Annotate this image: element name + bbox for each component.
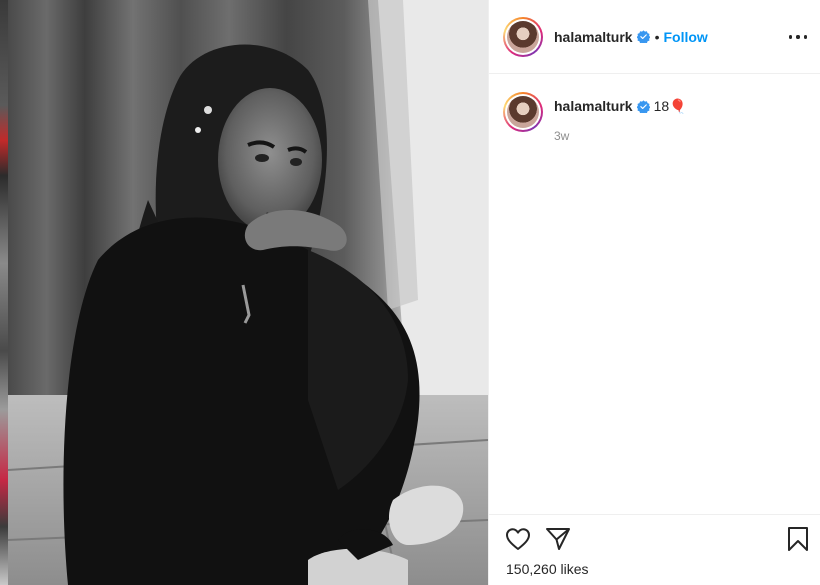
caption-username-link[interactable]: halamalturk	[554, 98, 633, 114]
follow-button[interactable]: Follow	[664, 29, 708, 45]
post-actions: 150,260 likes	[489, 514, 820, 585]
more-options-icon[interactable]	[789, 28, 807, 46]
post-caption: halamalturk 18🎈 3w	[503, 92, 807, 143]
username-link[interactable]: halamalturk	[554, 29, 633, 45]
post-header: halamalturk • Follow	[489, 0, 820, 74]
verified-badge-icon	[636, 100, 650, 113]
post-side-panel: halamalturk • Follow halamalturk 18🎈 3w	[488, 0, 820, 585]
post-photo[interactable]	[8, 0, 488, 585]
post-photo-image	[8, 0, 488, 585]
separator-dot: •	[654, 28, 660, 45]
verified-badge-icon	[636, 30, 650, 43]
share-icon[interactable]	[545, 526, 571, 552]
post-timestamp[interactable]: 3w	[554, 129, 687, 143]
caption-avatar[interactable]	[503, 92, 543, 132]
heart-icon[interactable]	[505, 527, 531, 551]
bookmark-icon[interactable]	[786, 526, 810, 552]
avatar[interactable]	[503, 16, 543, 57]
like-count[interactable]: 150,260 likes	[506, 561, 589, 577]
background-page-edge	[0, 0, 8, 585]
caption-text: 18🎈	[653, 98, 687, 114]
